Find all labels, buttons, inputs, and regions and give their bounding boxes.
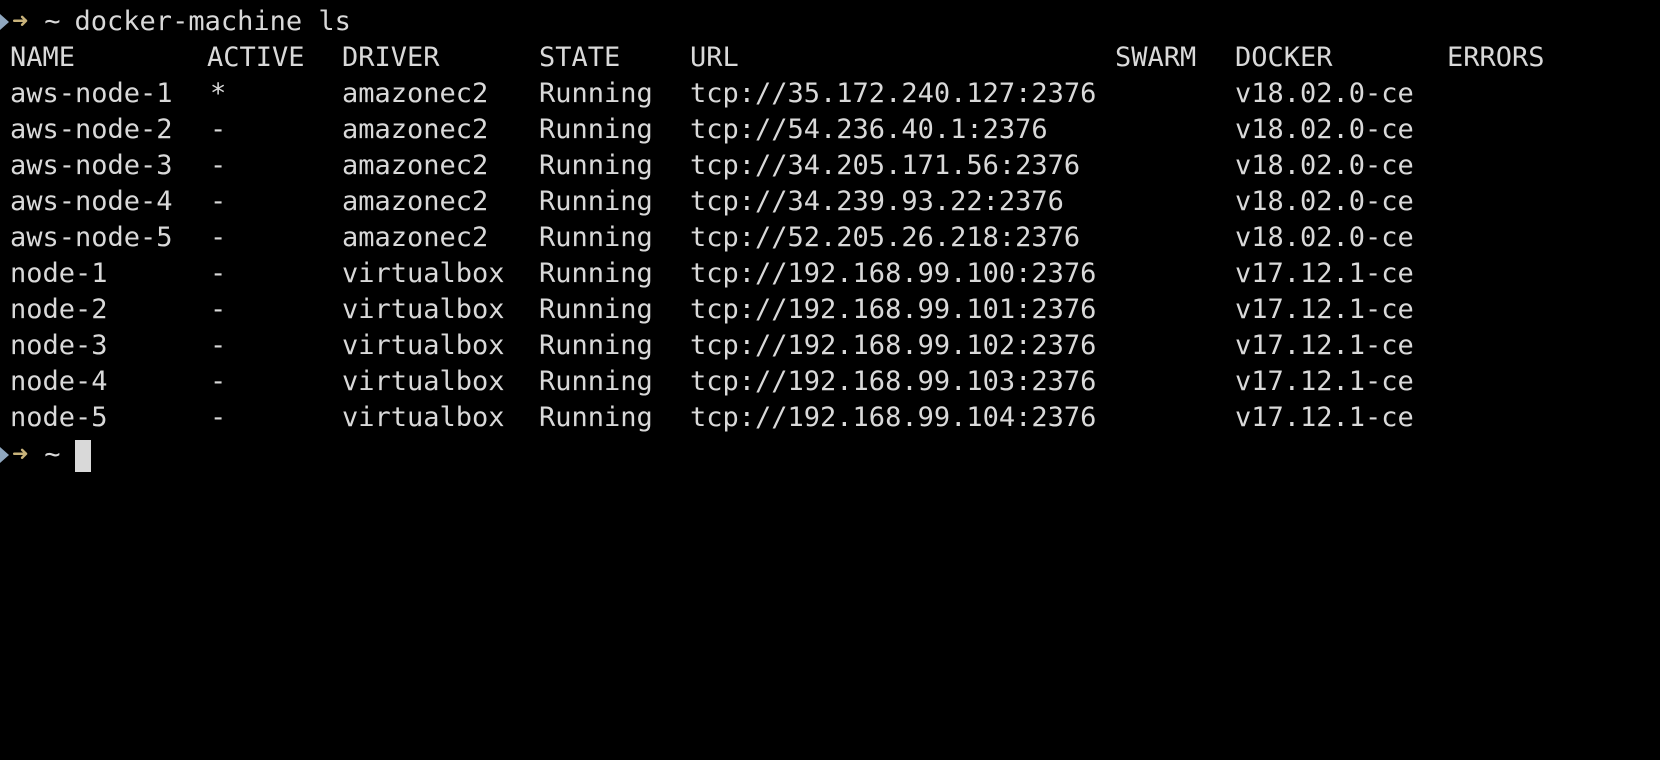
row-active: - (210, 150, 227, 181)
row-name: aws-node-1 (10, 78, 173, 109)
prompt-directory: ~ (44, 6, 61, 37)
row-active: - (210, 114, 227, 145)
row-driver: amazonec2 (342, 186, 489, 217)
row-active: - (210, 186, 227, 217)
text-cursor[interactable] (74, 440, 91, 472)
table-row: node-3 - virtualbox Running tcp://192.16… (0, 328, 1660, 364)
table-row: aws-node-1 * amazonec2 Running tcp://35.… (0, 76, 1660, 112)
column-header-docker: DOCKER (1235, 42, 1333, 73)
row-active: - (210, 294, 227, 325)
prompt-chevron-icon (0, 4, 10, 40)
column-header-url: URL (690, 42, 739, 73)
row-url: tcp://52.205.26.218:2376 (690, 222, 1081, 253)
row-active: - (210, 366, 227, 397)
row-url: tcp://192.168.99.102:2376 (690, 330, 1097, 361)
row-state: Running (539, 114, 653, 145)
table-header: NAME ACTIVE DRIVER STATE URL SWARM DOCKE… (0, 40, 1660, 76)
row-driver: amazonec2 (342, 78, 489, 109)
row-driver: virtualbox (342, 366, 505, 397)
row-url: tcp://54.236.40.1:2376 (690, 114, 1048, 145)
row-state: Running (539, 294, 653, 325)
row-docker-version: v18.02.0-ce (1235, 222, 1414, 253)
table-row: aws-node-5 - amazonec2 Running tcp://52.… (0, 220, 1660, 256)
row-name: aws-node-3 (10, 150, 173, 181)
row-driver: virtualbox (342, 402, 505, 433)
row-state: Running (539, 222, 653, 253)
column-header-driver: DRIVER (342, 42, 440, 73)
row-name: aws-node-4 (10, 186, 173, 217)
row-docker-version: v17.12.1-ce (1235, 402, 1414, 433)
table-row: node-2 - virtualbox Running tcp://192.16… (0, 292, 1660, 328)
row-state: Running (539, 78, 653, 109)
row-driver: amazonec2 (342, 114, 489, 145)
row-name: node-5 (10, 402, 108, 433)
row-state: Running (539, 402, 653, 433)
row-name: aws-node-5 (10, 222, 173, 253)
column-header-swarm: SWARM (1115, 42, 1197, 73)
table-row: node-4 - virtualbox Running tcp://192.16… (0, 364, 1660, 400)
prompt-arrow-icon: ➜ (12, 6, 29, 37)
row-driver: amazonec2 (342, 222, 489, 253)
table-row: node-1 - virtualbox Running tcp://192.16… (0, 256, 1660, 292)
row-state: Running (539, 186, 653, 217)
row-docker-version: v18.02.0-ce (1235, 186, 1414, 217)
row-docker-version: v17.12.1-ce (1235, 330, 1414, 361)
row-state: Running (539, 150, 653, 181)
row-docker-version: v17.12.1-ce (1235, 294, 1414, 325)
column-header-name: NAME (10, 42, 76, 73)
table-row: aws-node-2 - amazonec2 Running tcp://54.… (0, 112, 1660, 148)
row-docker-version: v18.02.0-ce (1235, 150, 1414, 181)
prompt-arrow-icon: ➜ (12, 439, 29, 470)
row-name: node-1 (10, 258, 108, 289)
column-header-active: ACTIVE (207, 42, 305, 73)
column-header-errors: ERRORS (1447, 42, 1545, 73)
row-driver: virtualbox (342, 294, 505, 325)
column-header-state: STATE (539, 42, 621, 73)
row-driver: amazonec2 (342, 150, 489, 181)
row-driver: virtualbox (342, 258, 505, 289)
row-name: node-2 (10, 294, 108, 325)
row-docker-version: v17.12.1-ce (1235, 258, 1414, 289)
row-active: - (210, 402, 227, 433)
row-state: Running (539, 366, 653, 397)
row-docker-version: v18.02.0-ce (1235, 78, 1414, 109)
row-url: tcp://192.168.99.101:2376 (690, 294, 1097, 325)
row-docker-version: v18.02.0-ce (1235, 114, 1414, 145)
row-state: Running (539, 330, 653, 361)
row-url: tcp://35.172.240.127:2376 (690, 78, 1097, 109)
row-url: tcp://34.239.93.22:2376 (690, 186, 1064, 217)
row-url: tcp://192.168.99.104:2376 (690, 402, 1097, 433)
row-driver: virtualbox (342, 330, 505, 361)
row-active: * (210, 78, 227, 109)
row-url: tcp://192.168.99.103:2376 (690, 366, 1097, 397)
prompt-directory: ~ (44, 439, 61, 470)
command-text: docker-machine ls (74, 6, 351, 37)
row-name: node-3 (10, 330, 108, 361)
row-active: - (210, 258, 227, 289)
input-prompt-line[interactable]: ➜ ~ (0, 437, 91, 473)
row-active: - (210, 330, 227, 361)
prompt-chevron-icon (0, 437, 10, 473)
table-row: node-5 - virtualbox Running tcp://192.16… (0, 400, 1660, 436)
table-row: aws-node-4 - amazonec2 Running tcp://34.… (0, 184, 1660, 220)
table-row: aws-node-3 - amazonec2 Running tcp://34.… (0, 148, 1660, 184)
row-url: tcp://192.168.99.100:2376 (690, 258, 1097, 289)
row-active: - (210, 222, 227, 253)
command-prompt-line: ➜ ~ docker-machine ls (0, 4, 351, 40)
row-name: node-4 (10, 366, 108, 397)
row-state: Running (539, 258, 653, 289)
row-name: aws-node-2 (10, 114, 173, 145)
row-url: tcp://34.205.171.56:2376 (690, 150, 1081, 181)
row-docker-version: v17.12.1-ce (1235, 366, 1414, 397)
